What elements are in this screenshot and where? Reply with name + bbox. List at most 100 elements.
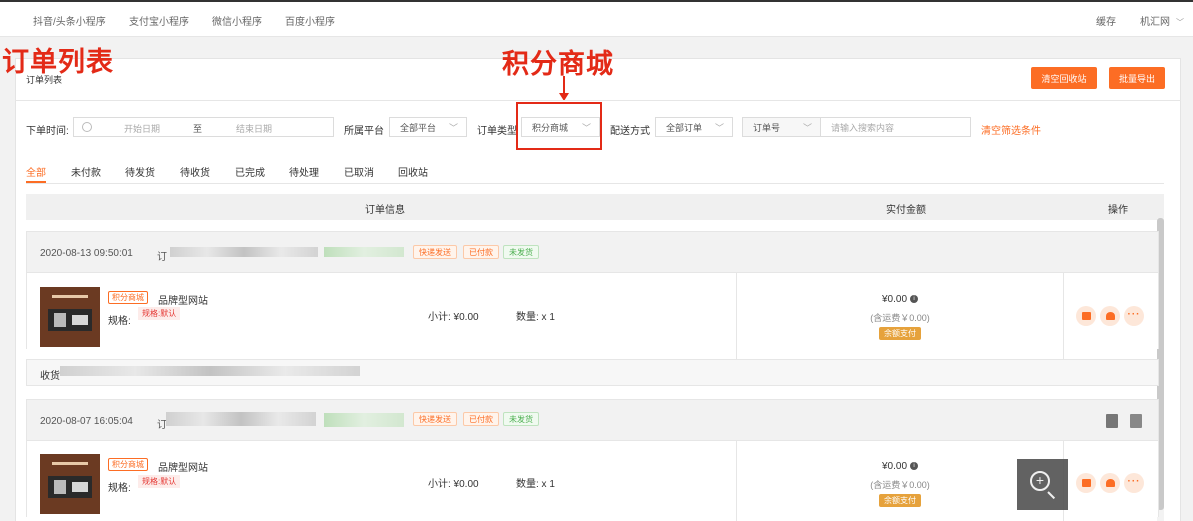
clock-icon (82, 122, 92, 132)
ship-button[interactable] (1100, 473, 1120, 493)
product-thumbnail[interactable] (40, 287, 100, 347)
status-tab-pending[interactable]: 待处理 (289, 164, 319, 179)
redacted-order-number (166, 412, 316, 426)
active-tab-indicator (26, 181, 46, 183)
more-button[interactable]: ··· (1124, 306, 1144, 326)
status-tab-to-receive[interactable]: 待收货 (180, 164, 210, 179)
product-name[interactable]: 品牌型网站 (158, 292, 208, 307)
status-tab-recycle[interactable]: 回收站 (398, 164, 428, 179)
ship-button[interactable] (1100, 306, 1120, 326)
zoom-button[interactable]: + (1017, 459, 1068, 510)
status-badge: 已付款 (463, 245, 499, 259)
order-date: 2020-08-07 16:05:04 (40, 416, 133, 427)
annotation-points-mall: 积分商城 (502, 49, 614, 79)
product-name[interactable]: 品牌型网站 (158, 459, 208, 474)
redacted-info (324, 247, 404, 257)
chevron-down-icon: ﹀ (802, 123, 812, 133)
redacted-address (60, 366, 360, 376)
clear-filters-link[interactable]: 清空筛选条件 (981, 122, 1041, 137)
export-button[interactable]: 批量导出 (1109, 67, 1165, 89)
header-amount: 实付金额 (886, 205, 926, 216)
status-tab-all[interactable]: 全部 (26, 164, 46, 179)
order-time-label: 下单时间: (26, 126, 69, 137)
quantity: 数量: x 1 (516, 312, 555, 323)
platform-select[interactable]: 全部平台 ﹀ (389, 117, 467, 137)
paid-amount-value: ¥0.00 (881, 461, 908, 472)
column-divider (736, 441, 737, 521)
trash-icon[interactable] (1130, 414, 1142, 428)
order-date: 2020-08-13 09:50:01 (40, 248, 133, 259)
payment-method-badge: 余额支付 (879, 494, 921, 507)
info-icon[interactable]: i (910, 295, 919, 304)
print-button[interactable] (1076, 473, 1096, 493)
truck-icon (1105, 312, 1115, 320)
table-header (26, 194, 1164, 220)
tab-divider (26, 183, 1164, 184)
chevron-down-icon: ﹀ (1176, 18, 1184, 27)
status-badge: 未发货 (503, 245, 539, 259)
search-field-value: 订单号 (753, 122, 781, 133)
search-field-select[interactable]: 订单号 ﹀ (742, 117, 821, 137)
order-body (26, 273, 1159, 349)
column-divider (1063, 273, 1064, 359)
page-title: 订单列表 (26, 75, 63, 85)
payment-method-badge: 余额支付 (879, 327, 921, 340)
tab-douyin[interactable]: 抖音/头条小程序 (33, 13, 106, 28)
subtotal: 小计: ¥0.00 (428, 479, 479, 490)
receiver-label: 收货 (40, 371, 60, 382)
info-icon[interactable]: i (910, 462, 919, 471)
status-tab-to-ship[interactable]: 待发货 (125, 164, 155, 179)
paid-amount-value: ¥0.00 (881, 294, 908, 305)
column-divider (736, 273, 737, 359)
date-range-picker[interactable]: 开始日期 至 结束日期 (73, 117, 334, 137)
user-menu[interactable]: 机汇网 ﹀ (1140, 13, 1184, 28)
redacted-order-number (170, 247, 318, 257)
shipping-fee: (含运费￥0.00) (870, 313, 930, 323)
annotation-highlight-box (516, 102, 602, 150)
more-icon: ··· (1127, 308, 1141, 320)
print-receipt-icon[interactable] (1106, 414, 1118, 428)
user-name: 机汇网 (1140, 17, 1170, 28)
clear-recycle-button[interactable]: 清空回收站 (1031, 67, 1097, 89)
status-badge: 快递发送 (413, 245, 457, 259)
header-order-info: 订单信息 (365, 205, 405, 216)
chevron-down-icon: ﹀ (448, 123, 458, 133)
spec-label: 规格: (108, 316, 131, 327)
box-icon (1081, 479, 1091, 487)
product-type-tag: 积分商城 (108, 458, 148, 471)
shipping-fee: (含运费￥0.00) (870, 480, 930, 490)
delivery-label: 配送方式 (610, 126, 650, 137)
divider (15, 100, 1181, 101)
delivery-select[interactable]: 全部订单 ﹀ (655, 117, 733, 137)
date-range-separator: 至 (193, 124, 203, 134)
spec-value: 规格:默认 (138, 475, 181, 488)
more-button[interactable]: ··· (1124, 473, 1144, 493)
truck-icon (1105, 479, 1115, 487)
status-badge: 快递发送 (413, 412, 457, 426)
status-tab-cancelled[interactable]: 已取消 (344, 164, 374, 179)
status-tab-unpaid[interactable]: 未付款 (71, 164, 101, 179)
redacted-info (324, 413, 404, 427)
spec-value: 规格:默认 (138, 307, 181, 320)
platform-select-value: 全部平台 (400, 122, 437, 133)
paid-amount: ¥0.00 i (840, 461, 960, 472)
tab-wechat[interactable]: 微信小程序 (212, 13, 262, 28)
order-body (26, 441, 1159, 517)
tab-alipay[interactable]: 支付宝小程序 (129, 13, 189, 28)
start-date-input[interactable]: 开始日期 (124, 122, 160, 135)
order-number-label: 订 (157, 252, 167, 263)
cache-link[interactable]: 缓存 (1096, 13, 1116, 28)
print-button[interactable] (1076, 306, 1096, 326)
delivery-select-value: 全部订单 (666, 122, 703, 133)
spec-label: 规格: (108, 483, 131, 494)
tab-baidu[interactable]: 百度小程序 (285, 13, 335, 28)
product-thumbnail[interactable] (40, 454, 100, 514)
zoom-handle (1047, 491, 1056, 500)
paid-amount: ¥0.00 i (840, 294, 960, 305)
status-badge: 未发货 (503, 412, 539, 426)
product-type-tag: 积分商城 (108, 291, 148, 304)
search-input[interactable]: 请输入搜索内容 (820, 117, 971, 137)
end-date-input[interactable]: 结束日期 (236, 122, 272, 135)
chevron-down-icon: ﹀ (714, 123, 724, 133)
status-tab-completed[interactable]: 已完成 (235, 164, 265, 179)
